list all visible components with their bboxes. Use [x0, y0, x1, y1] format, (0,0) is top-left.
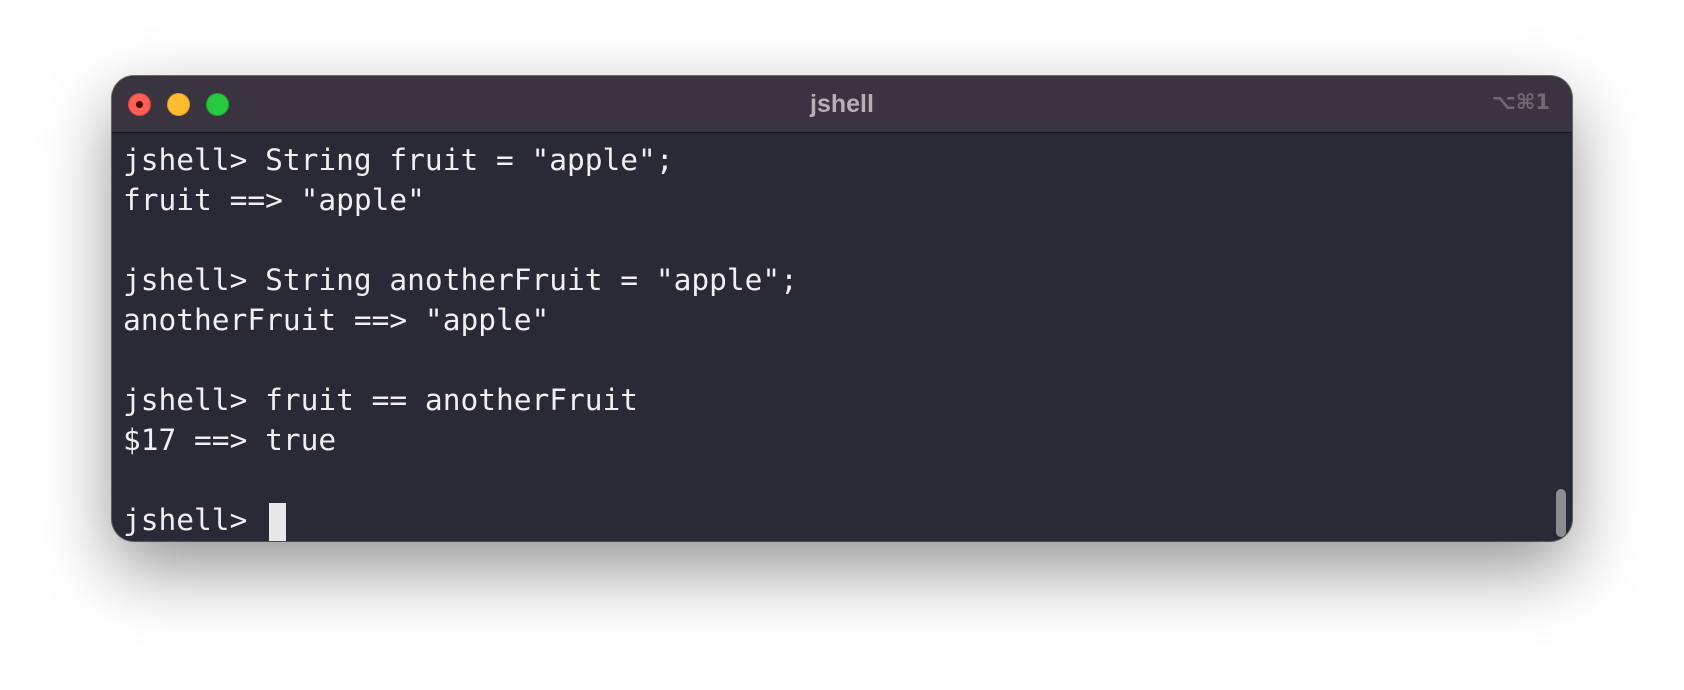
terminal-line: jshell> String anotherFruit = "apple";: [123, 263, 798, 297]
text-cursor: [269, 502, 287, 541]
prompt-label: jshell>: [123, 503, 266, 537]
terminal-line: $17 ==> true: [123, 423, 337, 457]
window-title: jshell: [810, 90, 874, 118]
tab-shortcut-label: ⌥⌘1: [1491, 90, 1550, 114]
terminal-line: anotherFruit ==> "apple": [123, 303, 550, 337]
terminal-line: jshell> fruit == anotherFruit: [123, 383, 639, 417]
scrollbar-thumb[interactable]: [1556, 489, 1566, 537]
terminal-line: jshell> String fruit = "apple";: [123, 143, 674, 177]
terminal-line: fruit ==> "apple": [123, 183, 425, 217]
title-bar[interactable]: jshell ⌥⌘1: [112, 76, 1572, 133]
terminal-output[interactable]: jshell> String fruit = "apple"; fruit ==…: [123, 140, 1542, 541]
terminal-window: jshell ⌥⌘1 jshell> String fruit = "apple…: [112, 76, 1572, 541]
prompt-line[interactable]: jshell>: [123, 500, 1542, 541]
